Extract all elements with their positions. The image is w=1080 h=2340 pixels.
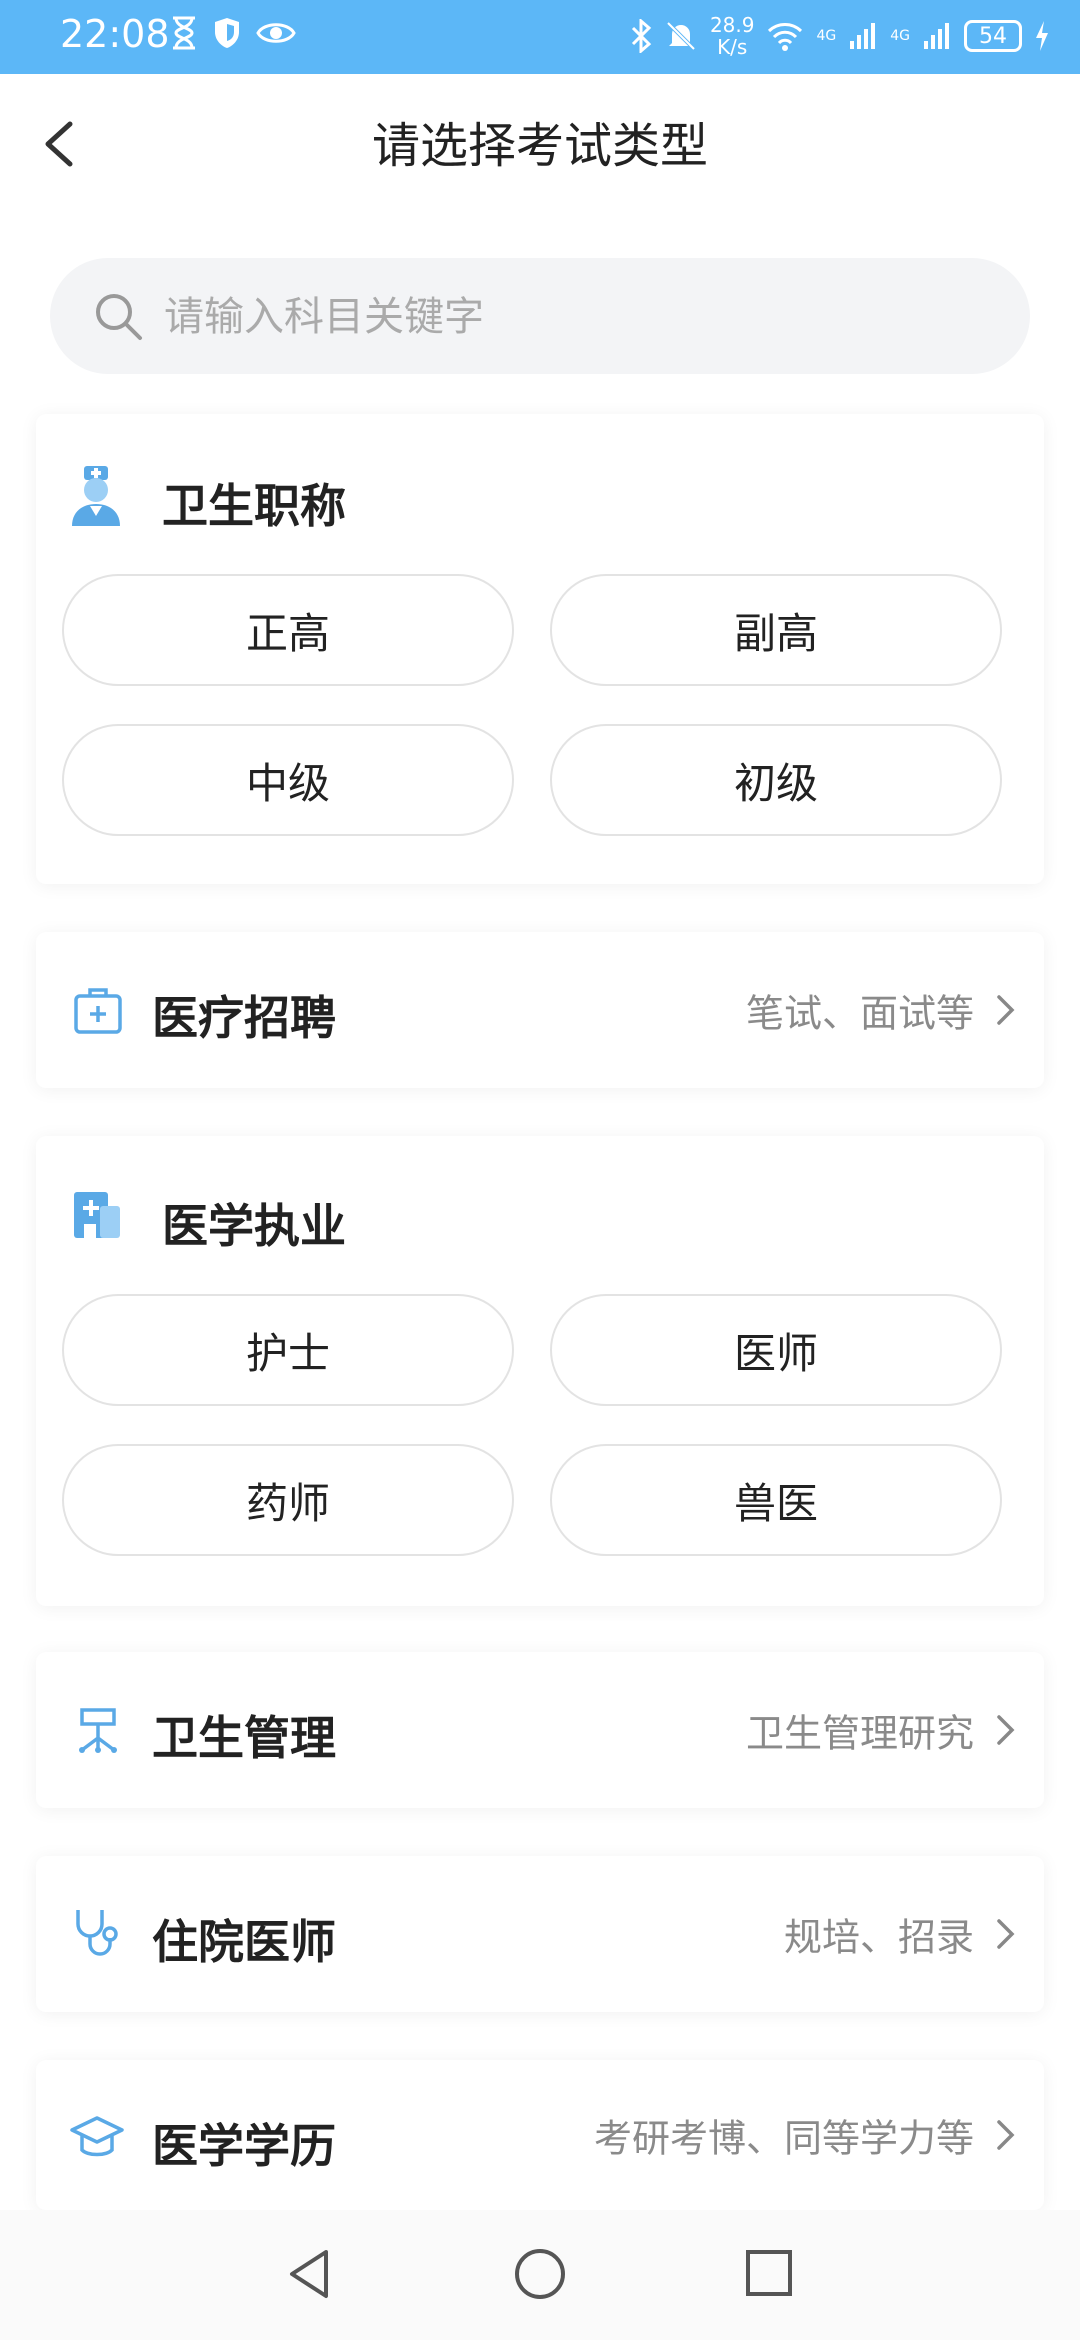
option-pharmacist[interactable]: 药师 — [62, 1444, 514, 1556]
card-subtitle: 考研考博、同等学力等 — [593, 2116, 974, 2161]
card-health-management[interactable]: 卫生管理 卫生管理研究 — [36, 1652, 1044, 1808]
card-medical-practice: 医学执业 护士 医师 药师 兽医 — [36, 1136, 1044, 1606]
card-medical-education[interactable]: 医学学历 考研考博、同等学力等 — [36, 2060, 1044, 2210]
hourglass-icon — [173, 16, 195, 50]
option-physician[interactable]: 医师 — [550, 1294, 1002, 1406]
nurse-icon — [72, 466, 120, 526]
mute-bell-icon — [666, 21, 696, 51]
option-zhongji[interactable]: 中级 — [62, 724, 514, 836]
card-resident-physician[interactable]: 住院医师 规培、招录 — [36, 1856, 1044, 2012]
card-title: 医学学历 — [152, 2119, 336, 2173]
medical-kit-icon — [74, 988, 122, 1034]
graduation-cap-icon — [70, 2116, 124, 2157]
card-subtitle: 卫生管理研究 — [745, 1711, 974, 1756]
card-subtitle: 规培、招录 — [783, 1915, 974, 1960]
status-left-icons — [170, 16, 296, 50]
recents-square-icon[interactable] — [744, 2246, 794, 2302]
status-time: 22:08 — [60, 12, 170, 56]
header: 请选择考试类型 — [0, 74, 1080, 214]
card-title: 卫生职称 — [162, 479, 346, 533]
search-bar[interactable] — [50, 258, 1030, 376]
option-veterinarian[interactable]: 兽医 — [550, 1444, 1002, 1556]
search-input[interactable] — [162, 258, 986, 376]
signal-label-2: 4G — [890, 28, 910, 44]
home-circle-icon[interactable] — [512, 2246, 568, 2302]
status-bar: 22:08 28.9 K/s 4G 4G 54 — [0, 0, 1080, 74]
status-right-icons: 28.9 K/s 4G 4G 54 — [630, 14, 1050, 58]
signal-icon-2 — [924, 23, 949, 49]
card-subtitle: 笔试、面试等 — [745, 991, 974, 1036]
option-chuji[interactable]: 初级 — [550, 724, 1002, 836]
card-title: 医疗招聘 — [152, 991, 336, 1045]
card-health-title: 卫生职称 正高 副高 中级 初级 — [36, 414, 1044, 884]
page-title: 请选择考试类型 — [371, 118, 708, 174]
management-icon — [79, 1708, 117, 1753]
charging-icon — [1036, 21, 1048, 51]
card-title: 卫生管理 — [152, 1711, 336, 1765]
option-nurse[interactable]: 护士 — [62, 1294, 514, 1406]
card-title: 住院医师 — [152, 1915, 336, 1969]
option-fugao[interactable]: 副高 — [550, 574, 1002, 686]
speed-value: 28.9 — [709, 13, 755, 37]
bluetooth-icon — [631, 19, 652, 53]
chevron-right-icon — [997, 1715, 1015, 1745]
wifi-icon — [768, 23, 803, 51]
system-nav-bar — [0, 2210, 1080, 2340]
speed-unit: K/s — [717, 35, 748, 59]
card-title: 医学执业 — [162, 1199, 346, 1253]
option-zhenggao[interactable]: 正高 — [62, 574, 514, 686]
battery-indicator: 54 — [964, 20, 1022, 52]
network-speed: 28.9 K/s — [710, 14, 755, 58]
signal-label-1: 4G — [816, 28, 837, 44]
chevron-right-icon — [997, 2120, 1015, 2150]
eye-icon — [256, 23, 296, 43]
signal-icon — [850, 23, 876, 49]
stethoscope-icon — [76, 1910, 118, 1956]
chevron-right-icon — [997, 1919, 1015, 1949]
shield-icon — [215, 18, 239, 48]
back-triangle-icon[interactable] — [284, 2246, 334, 2302]
search-icon — [96, 294, 142, 340]
chevron-right-icon — [997, 995, 1015, 1025]
hospital-icon — [74, 1192, 120, 1238]
card-medical-recruit[interactable]: 医疗招聘 笔试、面试等 — [36, 932, 1044, 1088]
